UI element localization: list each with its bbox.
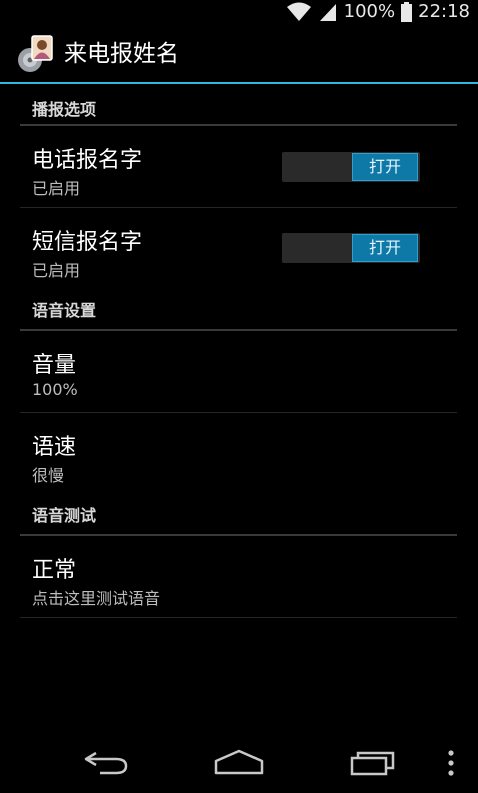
section-header-voice-settings: 语音设置	[20, 289, 457, 331]
pref-summary: 已启用	[32, 261, 81, 280]
app-icon[interactable]	[14, 34, 54, 74]
wifi-icon	[286, 2, 311, 21]
navigation-bar	[0, 733, 478, 793]
settings-list: 播报选项 电话报名字 已启用 打开 短信报名字 已启用 打开 语音设置 音量 1…	[0, 86, 478, 618]
switch-thumb: 打开	[352, 153, 418, 181]
pref-title: 短信报名字	[32, 230, 143, 255]
call-announce-switch[interactable]: 打开	[282, 152, 420, 182]
pref-summary: 已启用	[32, 179, 81, 198]
action-bar-divider	[0, 82, 478, 84]
section-header-voice-test: 语音测试	[20, 494, 457, 536]
status-icons: 100% 22:18	[286, 0, 470, 24]
section-header-label: 播报选项	[32, 100, 97, 119]
status-bar: 100% 22:18	[0, 0, 478, 24]
switch-thumb: 打开	[352, 234, 418, 262]
section-header-label: 语音设置	[32, 301, 97, 320]
battery-icon	[401, 2, 413, 22]
pref-summary: 100%	[32, 380, 78, 399]
battery-percent: 100%	[343, 1, 396, 22]
pref-call-announce[interactable]: 电话报名字 已启用 打开	[20, 126, 457, 208]
pref-summary: 点击这里测试语音	[32, 589, 161, 608]
pref-title: 电话报名字	[32, 148, 143, 173]
signal-icon	[319, 4, 336, 21]
clock: 22:18	[418, 1, 470, 22]
back-icon[interactable]	[82, 747, 130, 777]
pref-title: 语速	[32, 435, 77, 460]
switch-label: 打开	[368, 238, 401, 257]
pref-title: 音量	[32, 353, 77, 378]
sms-announce-switch[interactable]: 打开	[282, 233, 420, 263]
pref-sms-announce[interactable]: 短信报名字 已启用 打开	[20, 208, 457, 289]
pref-summary: 很慢	[32, 466, 65, 485]
switch-label: 打开	[368, 157, 401, 176]
pref-title: 正常	[32, 558, 77, 583]
home-icon[interactable]	[214, 747, 264, 777]
pref-speech-rate[interactable]: 语速 很慢	[20, 413, 457, 494]
pref-voice-test[interactable]: 正常 点击这里测试语音	[20, 536, 457, 618]
page-title: 来电报姓名	[64, 41, 179, 67]
pref-volume[interactable]: 音量 100%	[20, 331, 457, 413]
section-header-label: 语音测试	[32, 506, 97, 525]
section-header-broadcast: 播报选项	[20, 86, 457, 126]
action-bar: 来电报姓名	[0, 24, 478, 84]
overflow-menu-icon[interactable]	[446, 749, 456, 777]
recent-apps-icon[interactable]	[349, 747, 397, 777]
